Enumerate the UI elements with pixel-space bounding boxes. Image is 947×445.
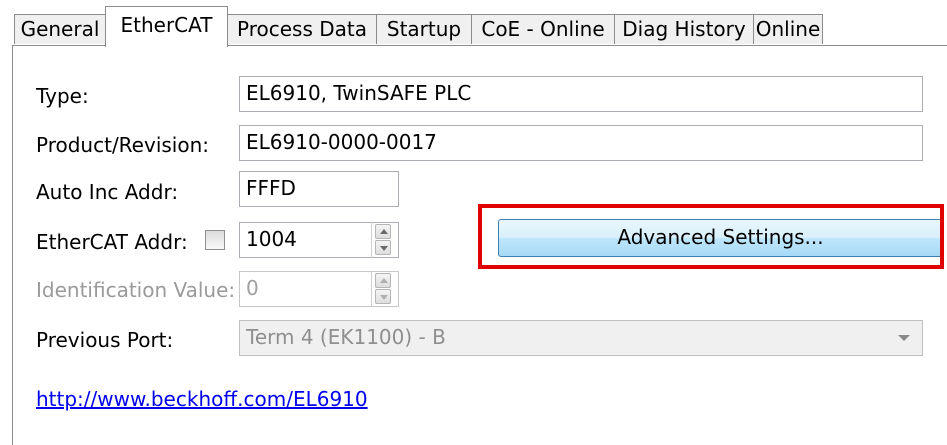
auto-inc-addr-field[interactable]: FFFD xyxy=(239,171,399,207)
identification-value-spinner[interactable] xyxy=(371,271,395,307)
product-revision-field[interactable]: EL6910-0000-0017 xyxy=(239,125,923,161)
ethercat-addr-spinner[interactable] xyxy=(371,222,395,258)
ethercat-addr-label: EtherCAT Addr: xyxy=(36,230,188,254)
ethercat-addr-checkbox[interactable] xyxy=(205,230,225,250)
previous-port-select[interactable]: Term 4 (EK1100) - B xyxy=(239,320,923,356)
auto-inc-addr-label: Auto Inc Addr: xyxy=(36,180,179,204)
type-label: Type: xyxy=(36,84,89,108)
highlight-box xyxy=(478,204,944,269)
tab-ethercat[interactable]: EtherCAT xyxy=(105,6,228,47)
tab-strip: General EtherCAT Process Data Startup Co… xyxy=(0,0,947,47)
spin-down-icon[interactable] xyxy=(375,289,391,304)
tab-startup[interactable]: Startup xyxy=(376,14,472,44)
tab-coe-online[interactable]: CoE - Online xyxy=(471,14,615,44)
spin-up-icon[interactable] xyxy=(375,224,391,239)
identification-value-label: Identification Value: xyxy=(36,278,236,302)
product-link[interactable]: http://www.beckhoff.com/EL6910 xyxy=(36,387,368,411)
previous-port-value: Term 4 (EK1100) - B xyxy=(246,325,446,349)
chevron-down-icon[interactable] xyxy=(898,335,910,341)
tab-diag-history[interactable]: Diag History xyxy=(614,14,754,44)
spin-up-icon[interactable] xyxy=(375,273,391,288)
tab-process-data[interactable]: Process Data xyxy=(227,14,377,44)
previous-port-label: Previous Port: xyxy=(36,328,174,352)
spin-down-icon[interactable] xyxy=(375,240,391,255)
tab-general[interactable]: General xyxy=(14,14,106,44)
product-revision-label: Product/Revision: xyxy=(36,133,209,157)
tab-online[interactable]: Online xyxy=(753,14,823,44)
type-field[interactable]: EL6910, TwinSAFE PLC xyxy=(239,76,923,112)
